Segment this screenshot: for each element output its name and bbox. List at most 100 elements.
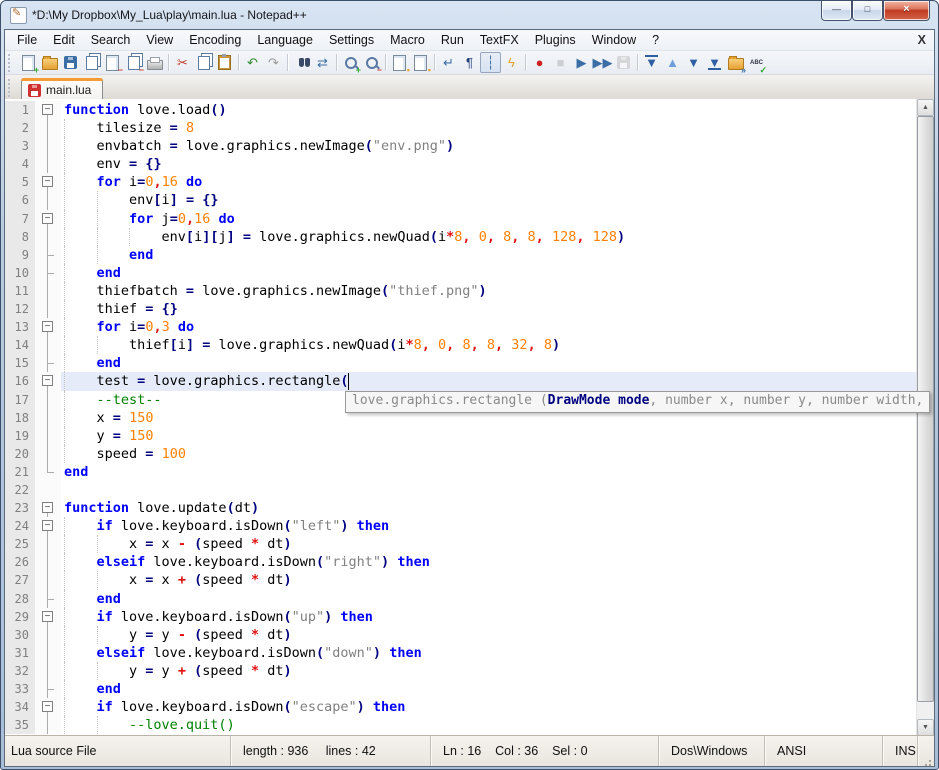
code-line[interactable]: 27 x = x + (speed * dt) <box>5 571 917 589</box>
fold-collapse-icon[interactable] <box>35 210 61 228</box>
vertical-scrollbar[interactable]: ▲ ▼ <box>916 99 934 736</box>
cut-icon[interactable]: ✂ <box>172 52 193 73</box>
macro-stop-icon[interactable]: ■ <box>550 52 571 73</box>
menu-plugins[interactable]: Plugins <box>527 30 584 50</box>
code-line[interactable]: 5 for i=0,16 do <box>5 173 917 191</box>
spell-check-icon[interactable]: ABC✓ <box>746 52 767 73</box>
toolbar-grip-handle[interactable] <box>8 54 13 72</box>
new-file-icon[interactable]: + <box>18 52 39 73</box>
resize-grip[interactable] <box>918 736 934 766</box>
menu-window[interactable]: Window <box>584 30 644 50</box>
code-line[interactable]: 1function love.load() <box>5 101 917 119</box>
macro-play-icon[interactable]: ▶ <box>571 52 592 73</box>
fold-collapse-icon[interactable] <box>35 173 61 191</box>
paste-icon[interactable] <box>214 52 235 73</box>
code-line[interactable]: 2 tilesize = 8 <box>5 119 917 137</box>
function-completion-icon[interactable]: ϟ <box>501 52 522 73</box>
triangle-underline-icon[interactable]: ▼ <box>704 52 725 73</box>
code-line[interactable]: 12 thief = {} <box>5 300 917 318</box>
code-line[interactable]: 4 env = {} <box>5 155 917 173</box>
show-all-characters-icon[interactable]: ¶ <box>459 52 480 73</box>
menu-textfx[interactable]: TextFX <box>472 30 527 50</box>
code-line[interactable]: 16 test = love.graphics.rectangle( <box>5 372 917 390</box>
code-line[interactable]: 8 env[i][j] = love.graphics.newQuad(i*8,… <box>5 228 917 246</box>
fold-collapse-icon[interactable] <box>35 372 61 390</box>
code-line[interactable]: 13 for i=0,3 do <box>5 318 917 336</box>
scroll-down-arrow-icon[interactable]: ▼ <box>917 719 934 736</box>
menu-edit[interactable]: Edit <box>45 30 83 50</box>
code-line[interactable]: 29 if love.keyboard.isDown("up") then <box>5 608 917 626</box>
menu-macro[interactable]: Macro <box>382 30 433 50</box>
code-line[interactable]: 22 <box>5 481 917 499</box>
menu-language[interactable]: Language <box>249 30 321 50</box>
code-line[interactable]: 7 for j=0,16 do <box>5 210 917 228</box>
copy-icon[interactable] <box>193 52 214 73</box>
menu-help[interactable]: ? <box>644 30 667 50</box>
fold-collapse-icon[interactable] <box>35 517 61 535</box>
code-line[interactable]: 6 env[i] = {} <box>5 191 917 209</box>
code-line[interactable]: 34 if love.keyboard.isDown("escape") the… <box>5 698 917 716</box>
code-line[interactable]: 28 end <box>5 590 917 608</box>
menu-run[interactable]: Run <box>433 30 472 50</box>
code-line[interactable]: 20 speed = 100 <box>5 445 917 463</box>
code-line[interactable]: 3 envbatch = love.graphics.newImage("env… <box>5 137 917 155</box>
menu-search[interactable]: Search <box>83 30 139 50</box>
code-line[interactable]: 25 x = x - (speed * dt) <box>5 535 917 553</box>
title-bar[interactable]: *D:\My Dropbox\My_Lua\play\main.lua - No… <box>1 1 938 29</box>
print-icon[interactable] <box>144 52 165 73</box>
triangle-overline-icon[interactable]: ▼ <box>641 52 662 73</box>
close-document-x[interactable]: X <box>918 30 926 50</box>
code-line[interactable]: 19 y = 150 <box>5 427 917 445</box>
find-icon[interactable] <box>291 52 312 73</box>
open-file-icon[interactable] <box>39 52 60 73</box>
redo-icon[interactable]: ↷ <box>263 52 284 73</box>
code-line[interactable]: 31 elseif love.keyboard.isDown("down") t… <box>5 644 917 662</box>
fold-collapse-icon[interactable] <box>35 318 61 336</box>
code-line[interactable]: 24 if love.keyboard.isDown("left") then <box>5 517 917 535</box>
tabbar-grip-handle[interactable] <box>8 79 13 97</box>
macro-save-icon[interactable] <box>613 52 634 73</box>
fold-collapse-icon[interactable] <box>35 499 61 517</box>
close-all-icon[interactable]: − <box>123 52 144 73</box>
triangle-up-icon[interactable]: ▲ <box>662 52 683 73</box>
code-line[interactable]: 9 end <box>5 246 917 264</box>
close-file-icon[interactable]: − <box>102 52 123 73</box>
fold-collapse-icon[interactable] <box>35 608 61 626</box>
zoom-in-icon[interactable]: + <box>340 52 361 73</box>
menu-encoding[interactable]: Encoding <box>181 30 249 50</box>
code-line[interactable]: 30 y = y - (speed * dt) <box>5 626 917 644</box>
open-containing-folder-icon[interactable]: » <box>725 52 746 73</box>
replace-icon[interactable]: ⇄ <box>312 52 333 73</box>
maximize-button[interactable]: □ <box>852 1 883 21</box>
menu-settings[interactable]: Settings <box>321 30 382 50</box>
triangle-down-icon[interactable]: ▼ <box>683 52 704 73</box>
sync-horizontal-scroll-icon[interactable]: ▪ <box>410 52 431 73</box>
show-indent-guide-icon[interactable]: ┆ <box>480 52 501 73</box>
code-line[interactable]: 35 --love.quit() <box>5 716 917 734</box>
code-line[interactable]: 23function love.update(dt) <box>5 499 917 517</box>
close-button[interactable]: × <box>883 1 930 21</box>
minimize-button[interactable]: — <box>821 1 852 21</box>
code-line[interactable]: 21end <box>5 463 917 481</box>
code-line[interactable]: 10 end <box>5 264 917 282</box>
menu-file[interactable]: File <box>9 30 45 50</box>
undo-icon[interactable]: ↶ <box>242 52 263 73</box>
fold-collapse-icon[interactable] <box>35 698 61 716</box>
code-line[interactable]: 15 end <box>5 354 917 372</box>
scroll-up-arrow-icon[interactable]: ▲ <box>917 99 934 116</box>
code-line[interactable]: 14 thief[i] = love.graphics.newQuad(i*8,… <box>5 336 917 354</box>
menu-view[interactable]: View <box>138 30 181 50</box>
macro-run-multiple-icon[interactable]: ▶▶ <box>592 52 613 73</box>
macro-record-icon[interactable]: ● <box>529 52 550 73</box>
fold-collapse-icon[interactable] <box>35 101 61 119</box>
zoom-out-icon[interactable]: − <box>361 52 382 73</box>
code-line[interactable]: 11 thiefbatch = love.graphics.newImage("… <box>5 282 917 300</box>
sync-vertical-scroll-icon[interactable]: ▪ <box>389 52 410 73</box>
word-wrap-icon[interactable]: ↵ <box>438 52 459 73</box>
code-line[interactable]: 32 y = y + (speed * dt) <box>5 662 917 680</box>
save-file-icon[interactable] <box>60 52 81 73</box>
editor-area[interactable]: 1function love.load()2 tilesize = 83 env… <box>5 99 934 736</box>
code-line[interactable]: 33 end <box>5 680 917 698</box>
code-line[interactable]: 26 elseif love.keyboard.isDown("right") … <box>5 553 917 571</box>
tab-main-lua[interactable]: main.lua <box>21 78 103 101</box>
